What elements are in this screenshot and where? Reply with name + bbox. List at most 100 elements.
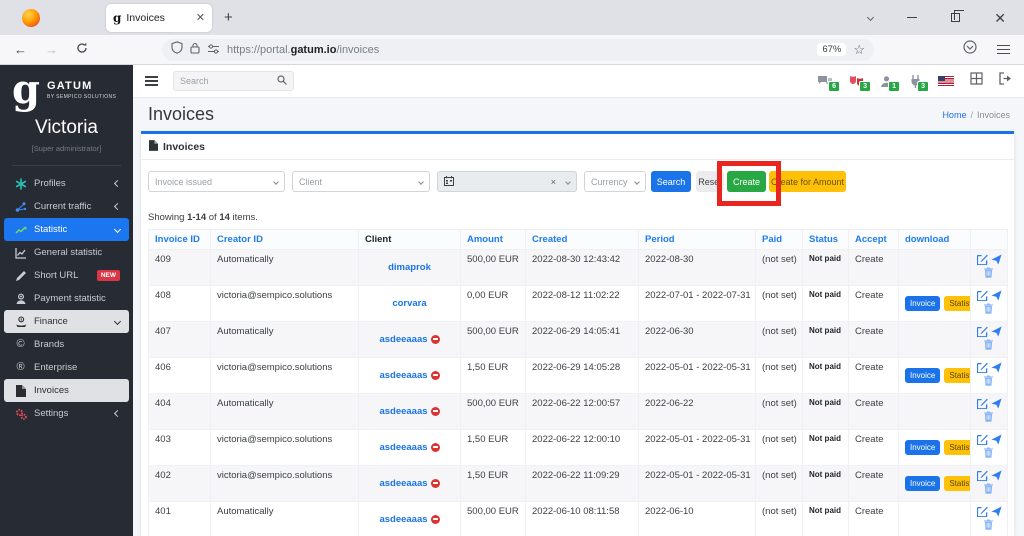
trash-icon[interactable]: [984, 519, 993, 530]
accept-create-link[interactable]: Create: [855, 254, 884, 265]
send-icon[interactable]: [991, 398, 1002, 409]
trash-icon[interactable]: [984, 447, 993, 458]
column-header-client[interactable]: Client: [358, 229, 461, 250]
accept-create-link[interactable]: Create: [855, 470, 884, 481]
search-button[interactable]: Search: [651, 171, 691, 192]
column-header-period[interactable]: Period: [638, 229, 756, 250]
download-statistic-button[interactable]: Statistic: [944, 296, 970, 311]
send-icon[interactable]: [991, 254, 1002, 265]
edit-icon[interactable]: [977, 326, 988, 337]
shield-icon[interactable]: [171, 40, 183, 59]
sidebar-item-short-url[interactable]: Short URL NEW: [4, 264, 129, 287]
browser-menu-icon[interactable]: [997, 44, 1010, 55]
edit-icon[interactable]: [977, 434, 988, 445]
column-header-accept[interactable]: Accept: [848, 229, 899, 250]
trash-icon[interactable]: [984, 411, 993, 422]
sidebar-item-statistic[interactable]: Statistic: [4, 218, 129, 241]
client-link[interactable]: asdeeaaas: [379, 514, 427, 525]
date-clear-icon[interactable]: ×: [551, 177, 556, 187]
sidebar-item-payment-statistic[interactable]: Payment statistic: [4, 287, 129, 310]
bookmark-star-icon[interactable]: ☆: [853, 42, 865, 58]
accept-create-link[interactable]: Create: [855, 326, 884, 337]
create-for-amount-button[interactable]: Create for Amount: [769, 171, 846, 192]
accept-create-link[interactable]: Create: [855, 290, 884, 301]
masks-icon[interactable]: 3: [849, 75, 871, 92]
edit-icon[interactable]: [977, 506, 988, 517]
edit-icon[interactable]: [977, 398, 988, 409]
send-icon[interactable]: [991, 290, 1002, 301]
forward-button[interactable]: →: [45, 42, 58, 57]
column-header-paid[interactable]: Paid: [755, 229, 803, 250]
breadcrumb-home-link[interactable]: Home: [942, 110, 966, 120]
accept-create-link[interactable]: Create: [855, 434, 884, 445]
send-icon[interactable]: [991, 326, 1002, 337]
download-statistic-button[interactable]: Statistic: [944, 368, 970, 383]
window-restore-button[interactable]: [951, 10, 965, 22]
edit-icon[interactable]: [977, 254, 988, 265]
permissions-icon[interactable]: [207, 41, 220, 59]
column-header-amount[interactable]: Amount: [460, 229, 526, 250]
sidebar-item-general-statistic[interactable]: General statistic: [4, 241, 129, 264]
firefox-icon[interactable]: [22, 8, 40, 27]
url-bar[interactable]: https://portal.gatum.io/invoices 67% ☆: [162, 38, 874, 61]
currency-select[interactable]: Currency: [584, 171, 646, 192]
client-select[interactable]: Client: [292, 171, 430, 192]
tab-list-chevron-icon[interactable]: [867, 13, 875, 22]
accept-create-link[interactable]: Create: [855, 362, 884, 373]
download-invoice-button[interactable]: Invoice: [905, 368, 941, 383]
client-link[interactable]: asdeeaaas: [379, 478, 427, 489]
send-icon[interactable]: [991, 470, 1002, 481]
lock-icon[interactable]: [190, 41, 200, 59]
edit-icon[interactable]: [977, 290, 988, 301]
trash-icon[interactable]: [984, 375, 993, 386]
window-close-button[interactable]: ✕: [994, 11, 1006, 25]
accept-create-link[interactable]: Create: [855, 506, 884, 517]
accept-create-link[interactable]: Create: [855, 398, 884, 409]
sidebar-item-current-traffic[interactable]: Current traffic: [4, 195, 129, 218]
sidebar-toggle-icon[interactable]: [145, 76, 158, 86]
comments-icon[interactable]: 6: [817, 75, 840, 92]
send-icon[interactable]: [991, 434, 1002, 445]
column-header-creator-id[interactable]: Creator ID: [210, 229, 359, 250]
send-icon[interactable]: [991, 362, 1002, 373]
create-button[interactable]: Create: [727, 171, 766, 192]
client-link[interactable]: asdeeaaas: [379, 334, 427, 345]
search-input[interactable]: [180, 76, 277, 86]
client-link[interactable]: asdeeaaas: [379, 370, 427, 381]
language-flag-icon[interactable]: [938, 75, 954, 87]
plug-icon[interactable]: 3: [909, 74, 929, 92]
window-minimize-button[interactable]: [907, 17, 918, 18]
edit-icon[interactable]: [977, 470, 988, 481]
sidebar-item-settings[interactable]: Settings: [4, 402, 129, 425]
sidebar-item-finance[interactable]: Finance: [4, 310, 129, 333]
new-tab-button[interactable]: +: [224, 9, 233, 26]
edit-icon[interactable]: [977, 362, 988, 373]
client-link[interactable]: asdeeaaas: [379, 406, 427, 417]
reset-button[interactable]: Reset: [696, 171, 724, 192]
download-invoice-button[interactable]: Invoice: [905, 296, 941, 311]
logout-icon[interactable]: [999, 72, 1012, 90]
trash-icon[interactable]: [984, 483, 993, 494]
trash-icon[interactable]: [984, 303, 993, 314]
sidebar-item-brands[interactable]: © Brands: [4, 333, 129, 356]
client-link[interactable]: dimaprok: [388, 262, 431, 273]
download-statistic-button[interactable]: Statistic: [944, 440, 970, 455]
sidebar-item-profiles[interactable]: Profiles: [4, 172, 129, 195]
client-link[interactable]: asdeeaaas: [379, 442, 427, 453]
download-invoice-button[interactable]: Invoice: [905, 440, 941, 455]
download-statistic-button[interactable]: Statistic: [944, 476, 970, 491]
invoice-issued-select[interactable]: Invoice issued: [148, 171, 285, 192]
reload-button[interactable]: [76, 42, 88, 57]
pocket-icon[interactable]: [963, 40, 977, 59]
send-icon[interactable]: [991, 506, 1002, 517]
user-icon[interactable]: 1: [880, 75, 900, 92]
column-header-download[interactable]: download: [898, 229, 971, 250]
download-invoice-button[interactable]: Invoice: [905, 476, 941, 491]
column-header-created[interactable]: Created: [525, 229, 639, 250]
column-header-invoice-id[interactable]: Invoice ID: [148, 229, 211, 250]
date-range-picker[interactable]: ×: [437, 171, 577, 192]
sidebar-item-invoices[interactable]: Invoices: [4, 379, 129, 402]
back-button[interactable]: ←: [14, 42, 27, 57]
client-link[interactable]: corvara: [392, 298, 426, 309]
grid-icon[interactable]: [970, 72, 983, 90]
